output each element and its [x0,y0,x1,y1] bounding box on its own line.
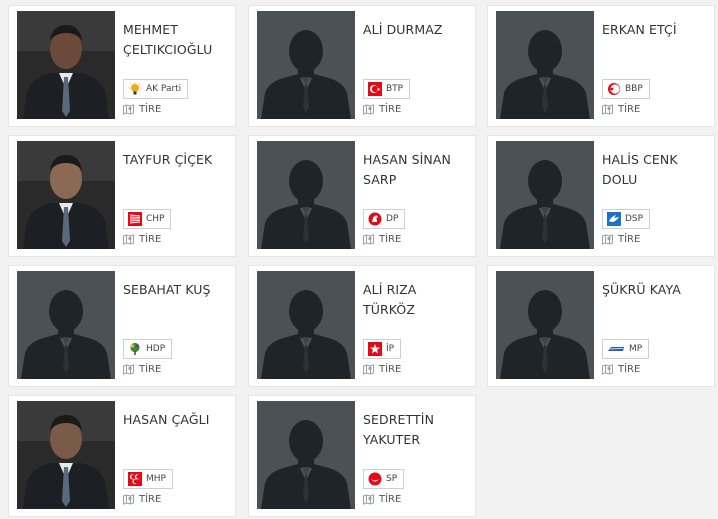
candidate-card[interactable]: HASAN SİNAN SARP DP TİRE [249,136,475,256]
party-badge: CHP [123,209,172,229]
location: TİRE [363,364,401,375]
location: TİRE [123,234,161,245]
location-label: TİRE [139,104,162,115]
location-label: TİRE [139,494,162,505]
placeholder-avatar [496,141,594,249]
location-label: TİRE [139,364,162,375]
party-badge: İP [363,339,402,359]
map-icon [123,104,134,115]
candidate-card[interactable]: ŞÜKRÜ KAYA MP TİRE [488,266,714,386]
location-label: TİRE [139,234,162,245]
hdp-tree-icon [128,342,142,356]
placeholder-avatar [257,11,355,119]
ip-star-icon [368,342,382,356]
location: TİRE [123,494,161,505]
location: TİRE [363,234,401,245]
map-icon [363,364,374,375]
candidate-name: HASAN SİNAN SARP [363,152,451,187]
party-label: HDP [146,344,166,354]
map-icon [363,104,374,115]
candidate-photo [17,11,115,119]
bbp-crescent-icon [607,82,621,96]
map-icon [602,234,613,245]
candidate-name: MEHMET ÇELTIKCIOĞLU [123,22,213,57]
placeholder-avatar [17,271,115,379]
candidate-name: ALİ DURMAZ [363,22,443,37]
party-label: BBP [625,84,643,94]
location: TİRE [123,364,161,375]
dsp-dove-icon [607,212,621,226]
candidate-name: ERKAN ETÇİ [602,22,677,37]
location-label: TİRE [379,104,402,115]
location-label: TİRE [379,234,402,245]
map-icon [602,364,613,375]
mp-flag-icon [607,342,625,356]
party-badge: DP [363,209,406,229]
candidate-card[interactable]: HASAN ÇAĞLI MHP TİRE [9,396,235,516]
map-icon [123,494,134,505]
placeholder-avatar [257,401,355,509]
dp-horse-icon [368,212,382,226]
candidate-card[interactable]: SEBAHAT KUŞ HDP TİRE [9,266,235,386]
party-badge: HDP [123,339,173,359]
location-label: TİRE [379,364,402,375]
candidate-card[interactable]: HALİS CENK DOLU DSP TİRE [488,136,714,256]
candidate-name: SEDRETTİN YAKUTER [363,412,435,447]
party-badge: AK Parti [123,79,189,99]
location-label: TİRE [618,364,641,375]
candidate-card[interactable]: ALİ RIZA TÜRKÖZ İP TİRE [249,266,475,386]
sp-crescent-icon [368,472,382,486]
candidate-name: HALİS CENK DOLU [602,152,678,187]
party-label: İP [386,344,395,354]
candidate-name: ALİ RIZA TÜRKÖZ [363,282,417,317]
placeholder-avatar [257,141,355,249]
party-badge: SP [363,469,405,489]
location: TİRE [363,104,401,115]
placeholder-avatar [496,11,594,119]
party-badge: BBP [602,79,650,99]
candidate-card[interactable]: TAYFUR ÇİÇEK CHP TİRE [9,136,235,256]
candidate-name: TAYFUR ÇİÇEK [123,152,213,167]
candidate-name: SEBAHAT KUŞ [123,282,211,297]
candidate-name: HASAN ÇAĞLI [123,412,210,427]
map-icon [602,104,613,115]
party-label: CHP [146,214,165,224]
location-label: TİRE [618,104,641,115]
btp-star-crescent-icon [368,82,382,96]
party-label: MHP [146,474,166,484]
party-badge: BTP [363,79,411,99]
location: TİRE [602,104,640,115]
map-icon [363,494,374,505]
candidate-card[interactable]: ALİ DURMAZ BTP TİRE [249,6,475,126]
candidate-name: ŞÜKRÜ KAYA [602,282,681,297]
party-label: MP [629,344,643,354]
map-icon [123,234,134,245]
candidate-card[interactable]: MEHMET ÇELTIKCIOĞLU AK Parti TİRE [9,6,235,126]
akparti-bulb-icon [128,82,142,96]
map-icon [123,364,134,375]
location: TİRE [363,494,401,505]
candidate-photo [17,141,115,249]
party-label: DP [386,214,399,224]
candidate-card[interactable]: SEDRETTİN YAKUTER SP TİRE [249,396,475,516]
location-label: TİRE [618,234,641,245]
party-label: AK Parti [146,84,182,94]
location: TİRE [602,364,640,375]
chp-arrows-icon [128,212,142,226]
party-label: SP [386,474,398,484]
location: TİRE [123,104,161,115]
candidate-card[interactable]: ERKAN ETÇİ BBP TİRE [488,6,714,126]
party-badge: MP [602,339,650,359]
candidate-photo [17,401,115,509]
placeholder-avatar [496,271,594,379]
map-icon [363,234,374,245]
party-label: BTP [386,84,404,94]
party-badge: MHP [123,469,173,489]
mhp-crescents-icon [128,472,142,486]
location-label: TİRE [379,494,402,505]
party-badge: DSP [602,209,651,229]
location: TİRE [602,234,640,245]
party-label: DSP [625,214,644,224]
placeholder-avatar [257,271,355,379]
